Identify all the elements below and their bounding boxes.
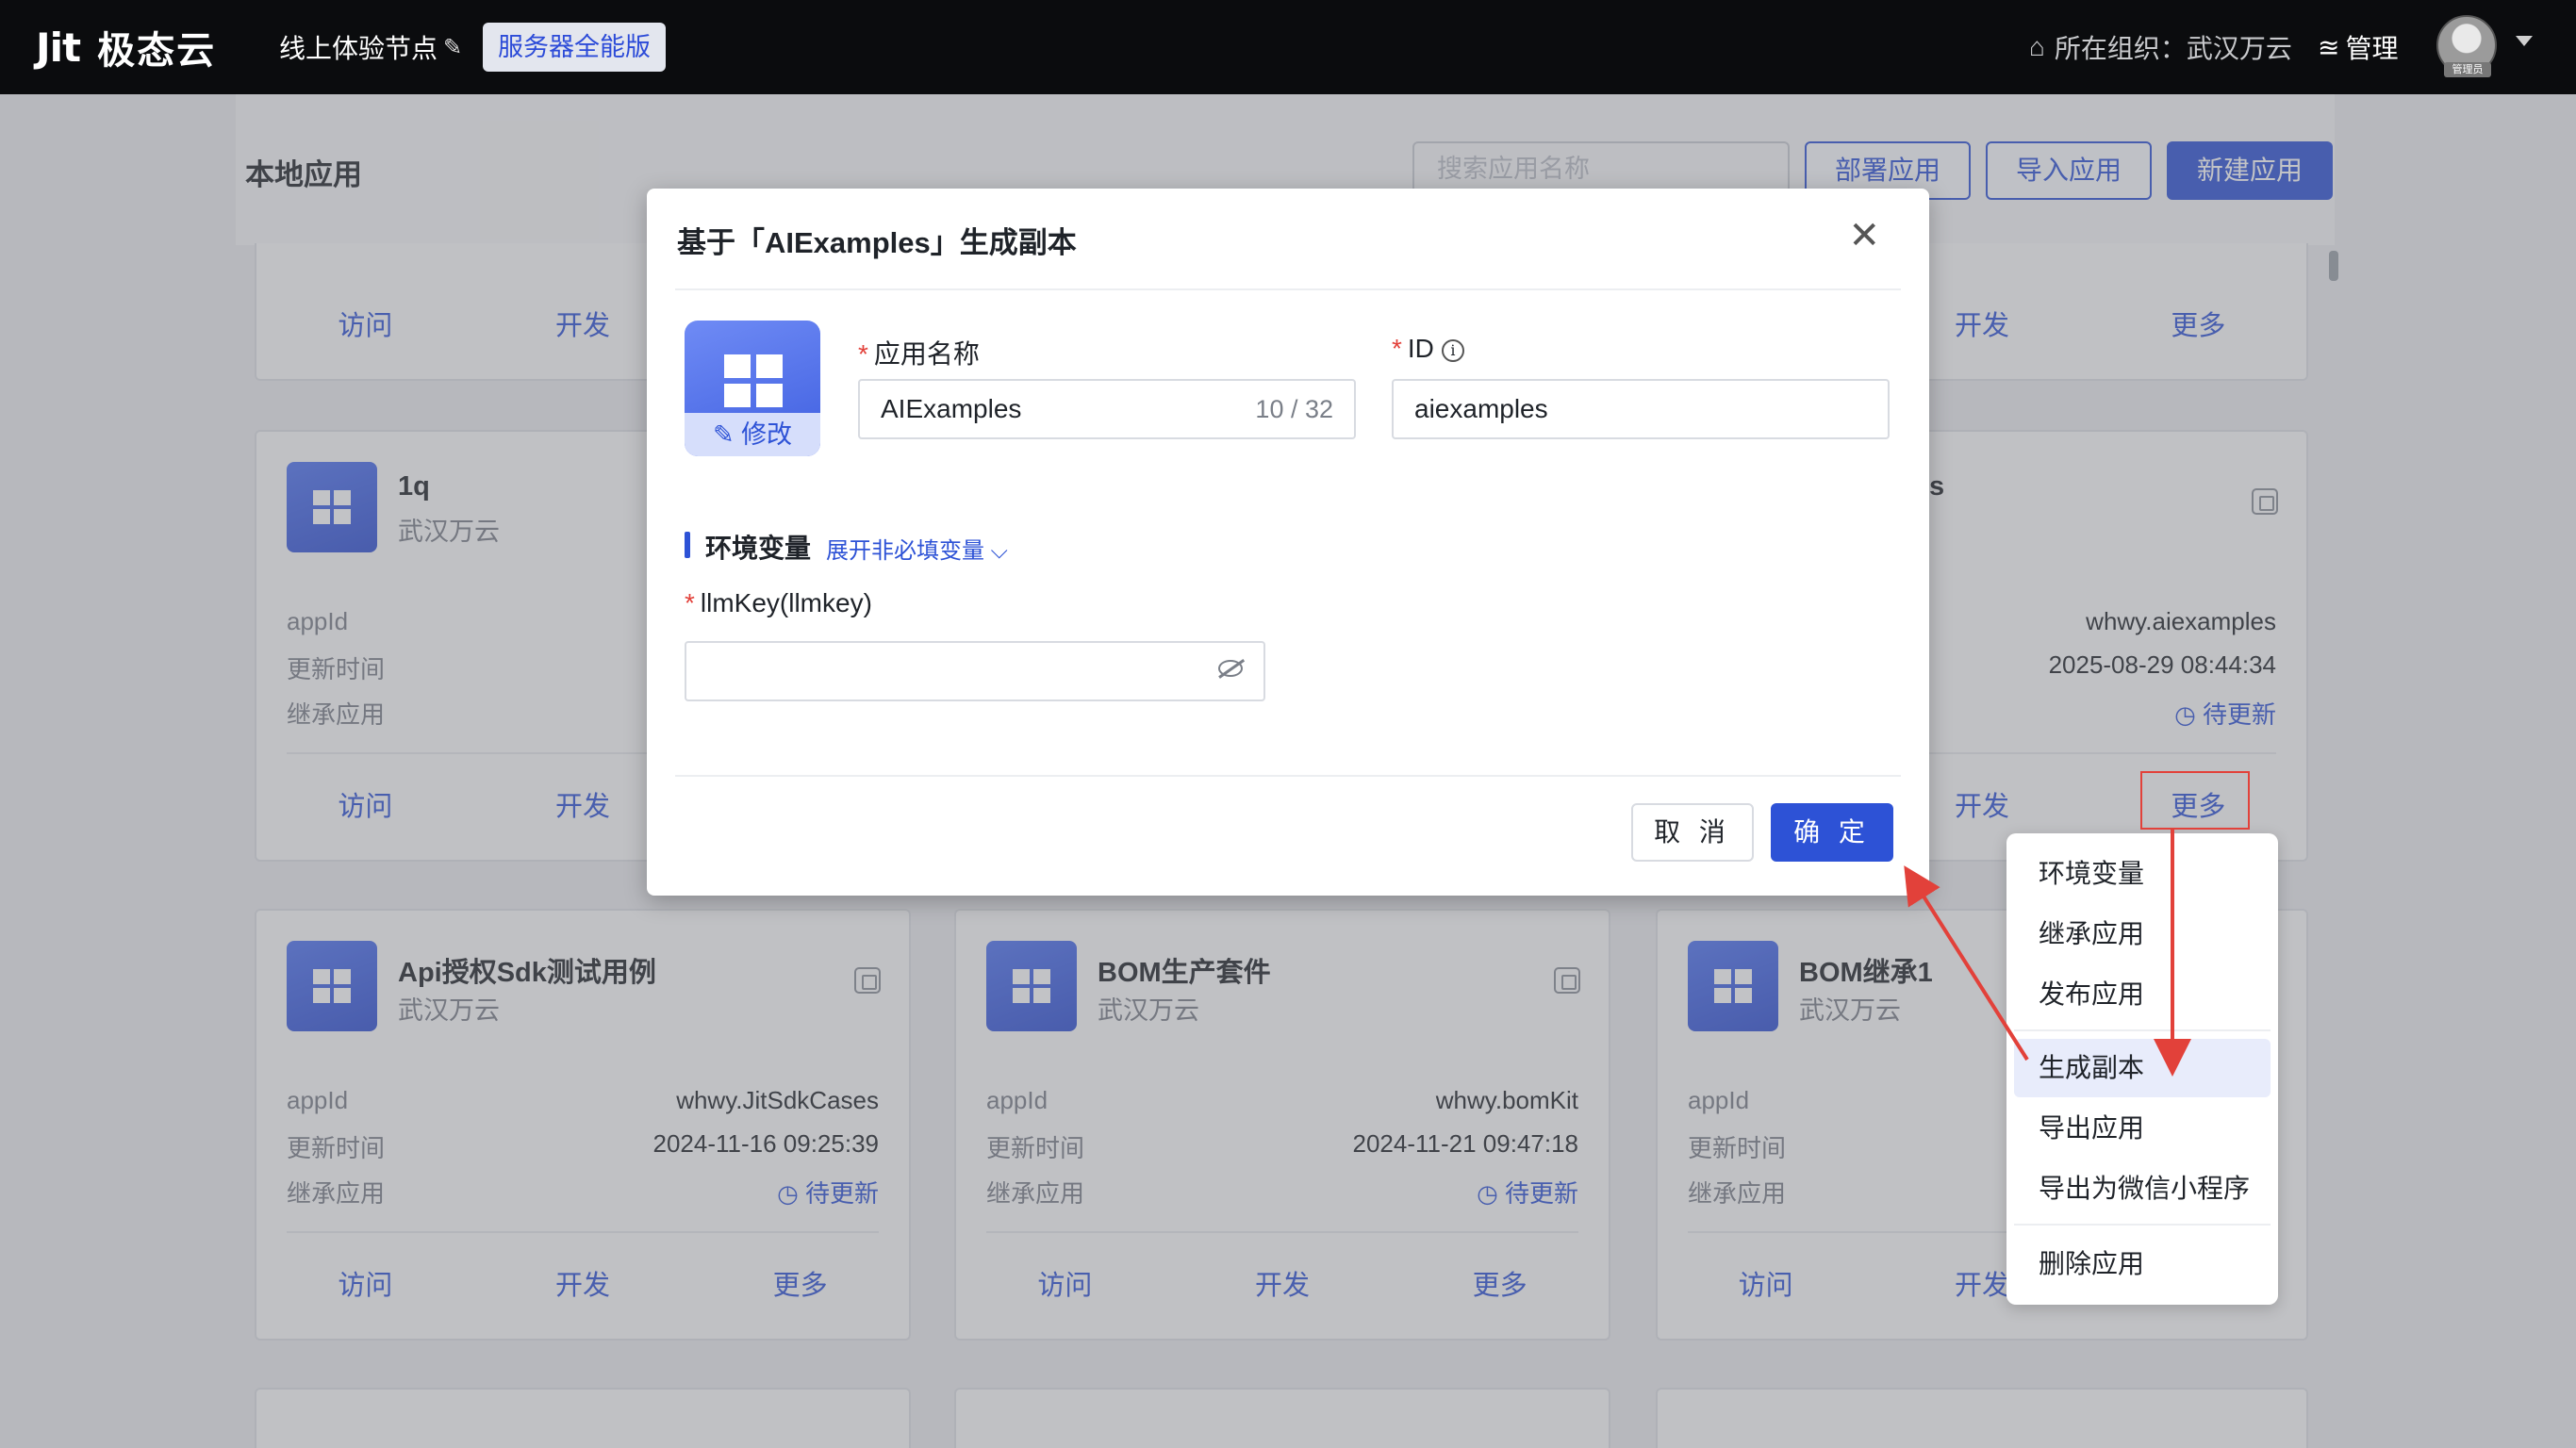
close-icon[interactable]: ✕ xyxy=(1848,217,1880,255)
logo-mark: Jit xyxy=(36,24,81,71)
menu-item-export-wechat[interactable]: 导出为微信小程序 xyxy=(2014,1160,2271,1218)
edit-icon-button[interactable]: ✎ 修改 xyxy=(685,413,820,456)
divider xyxy=(675,288,1901,290)
node-name-label: 线上体验节点 xyxy=(279,34,438,63)
manage-label: 管理 xyxy=(2345,34,2399,63)
manage-button[interactable]: ≊ 管理 xyxy=(2318,28,2398,66)
eye-off-icon[interactable] xyxy=(1218,660,1243,677)
avatar-role-tag: 管理员 xyxy=(2444,62,2491,77)
dialog-title: 基于「AIExamples」生成副本 xyxy=(677,226,1077,259)
logo-text: 极态云 xyxy=(97,30,217,72)
org-switcher[interactable]: ⌂ 所在组织：武汉万云 xyxy=(2029,28,2292,66)
app-id-input[interactable]: aiexamples xyxy=(1392,379,1890,439)
llmkey-label: * llmKey(llmkey) xyxy=(685,588,872,617)
menu-item-export[interactable]: 导出应用 xyxy=(2014,1099,2271,1158)
menu-item-duplicate[interactable]: 生成副本 xyxy=(2014,1039,2271,1097)
app-icon-editor[interactable]: ✎ 修改 xyxy=(685,321,820,456)
llmkey-input[interactable] xyxy=(685,641,1265,701)
manage-icon: ≊ xyxy=(2318,32,2340,62)
windows-icon xyxy=(724,354,784,407)
menu-item-inherit[interactable]: 继承应用 xyxy=(2014,905,2271,963)
section-marker xyxy=(685,532,690,558)
info-icon[interactable]: i xyxy=(1441,339,1464,362)
org-label: 所在组织：武汉万云 xyxy=(2054,34,2292,63)
app-name-input[interactable]: AIExamples 10 / 32 xyxy=(858,379,1356,439)
app-name-label: * 应用名称 xyxy=(858,339,980,369)
edition-badge: 服务器全能版 xyxy=(483,23,666,72)
menu-item-delete[interactable]: 删除应用 xyxy=(2014,1235,2271,1293)
expand-optional-link[interactable]: 展开非必填变量 ⌵ xyxy=(826,532,1008,565)
divider xyxy=(2014,1029,2271,1031)
duplicate-app-dialog: 基于「AIExamples」生成副本 ✕ ✎ 修改 * 应用名称 AIExampl… xyxy=(647,189,1929,896)
confirm-button[interactable]: 确 定 xyxy=(1771,803,1893,862)
node-name[interactable]: 线上体验节点 ✎ xyxy=(279,28,462,66)
more-menu: 环境变量 继承应用 发布应用 生成副本 导出应用 导出为微信小程序 删除应用 xyxy=(2006,833,2278,1305)
menu-item-env-vars[interactable]: 环境变量 xyxy=(2014,845,2271,903)
divider xyxy=(2014,1224,2271,1226)
chevron-down-icon[interactable] xyxy=(2516,36,2533,46)
building-icon: ⌂ xyxy=(2029,32,2045,61)
divider xyxy=(675,775,1901,777)
annotation-highlight xyxy=(2140,771,2250,830)
top-bar: Jit 极态云 线上体验节点 ✎ 服务器全能版 ⌂ 所在组织：武汉万云 ≊ 管理… xyxy=(0,0,2576,94)
id-label: * ID i xyxy=(1392,334,1464,364)
edit-icon[interactable]: ✎ xyxy=(443,34,462,61)
cancel-button[interactable]: 取 消 xyxy=(1631,803,1754,862)
menu-item-publish[interactable]: 发布应用 xyxy=(2014,965,2271,1024)
logo[interactable]: Jit 极态云 xyxy=(36,23,217,73)
env-section-title: 环境变量 xyxy=(705,534,812,563)
char-counter: 10 / 32 xyxy=(1255,395,1333,423)
